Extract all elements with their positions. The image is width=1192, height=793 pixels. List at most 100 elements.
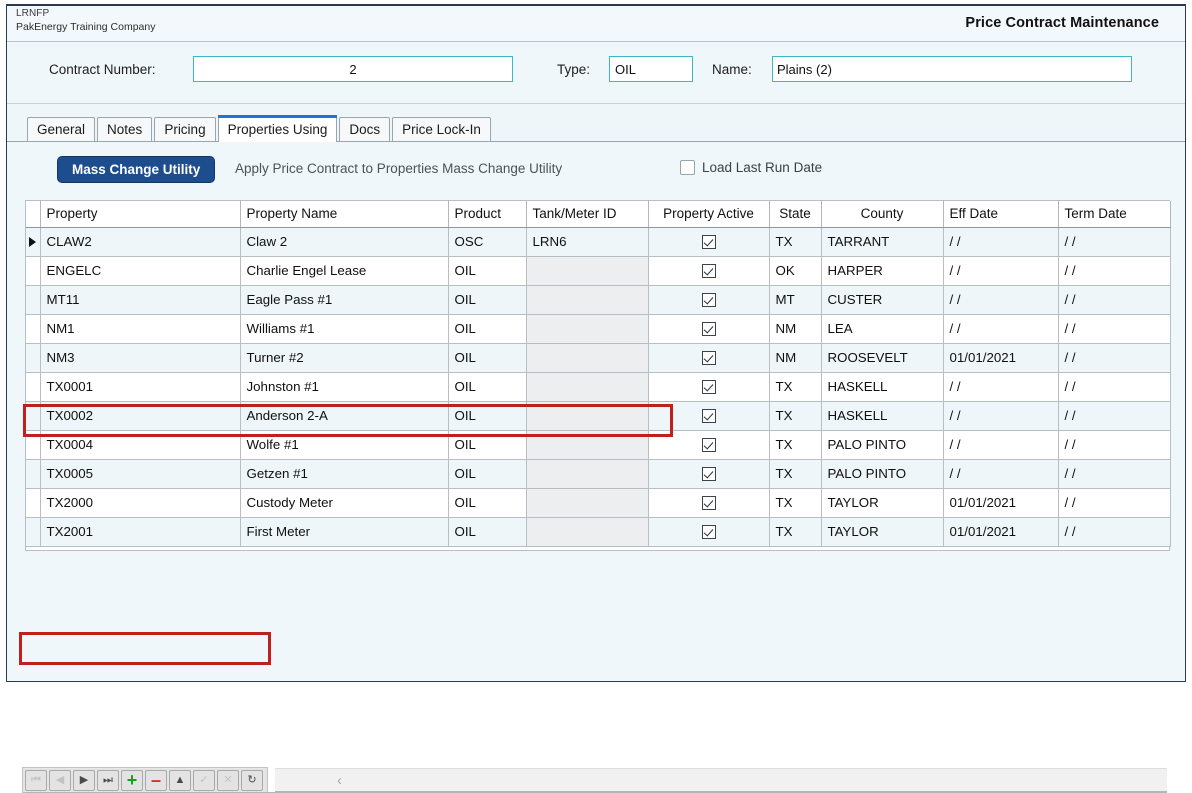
cell-property[interactable]: TX2001 bbox=[40, 517, 241, 547]
cell-state[interactable]: TX bbox=[769, 401, 822, 431]
cell-term-date[interactable]: / / bbox=[1058, 517, 1171, 547]
cell-property[interactable]: TX0005 bbox=[40, 459, 241, 489]
property-active-checkbox[interactable] bbox=[701, 467, 716, 482]
cell-property[interactable]: MT11 bbox=[40, 285, 241, 315]
contract-number-input[interactable]: 2 bbox=[193, 56, 513, 82]
cell-property[interactable]: TX0004 bbox=[40, 430, 241, 460]
table-row[interactable]: TX0005 Getzen #1 OIL TX PALO PINTO / / / / bbox=[26, 459, 1171, 489]
cell-eff-date[interactable]: / / bbox=[943, 314, 1059, 344]
column-header-product[interactable]: Product bbox=[448, 201, 527, 228]
cell-product[interactable]: OIL bbox=[448, 285, 527, 315]
cell-property-active[interactable] bbox=[648, 488, 770, 518]
cell-tank-meter-id[interactable] bbox=[526, 401, 649, 431]
cell-product[interactable]: OSC bbox=[448, 227, 527, 257]
cell-product[interactable]: OIL bbox=[448, 372, 527, 402]
table-row[interactable]: TX2000 Custody Meter OIL TX TAYLOR 01/01/2021… bbox=[26, 488, 1171, 518]
cell-property-name[interactable]: Williams #1 bbox=[240, 314, 449, 344]
cell-property-active[interactable] bbox=[648, 256, 770, 286]
cell-term-date[interactable]: / / bbox=[1058, 285, 1171, 315]
cell-property-name[interactable]: Charlie Engel Lease bbox=[240, 256, 449, 286]
cell-product[interactable]: OIL bbox=[448, 256, 527, 286]
tab-docs[interactable]: Docs bbox=[339, 117, 391, 141]
tab-properties-using[interactable]: Properties Using bbox=[217, 115, 338, 142]
table-row[interactable]: NM3 Turner #2 OIL NM ROOSEVELT 01/01/2021/ / bbox=[26, 343, 1171, 373]
cell-state[interactable]: TX bbox=[769, 430, 822, 460]
cell-eff-date[interactable]: / / bbox=[943, 285, 1059, 315]
cell-property-active[interactable] bbox=[648, 314, 770, 344]
cell-property-name[interactable]: Eagle Pass #1 bbox=[240, 285, 449, 315]
cell-county[interactable]: HARPER bbox=[821, 256, 944, 286]
delete-record-button[interactable]: – bbox=[145, 769, 167, 791]
cell-county[interactable]: CUSTER bbox=[821, 285, 944, 315]
cell-state[interactable]: NM bbox=[769, 314, 822, 344]
cell-tank-meter-id[interactable] bbox=[526, 314, 649, 344]
property-active-checkbox[interactable] bbox=[701, 380, 716, 395]
property-active-checkbox[interactable] bbox=[701, 235, 716, 250]
cell-property-name[interactable]: First Meter bbox=[240, 517, 449, 547]
cell-tank-meter-id[interactable]: LRN6 bbox=[526, 227, 649, 257]
cell-property[interactable]: NM1 bbox=[40, 314, 241, 344]
cell-term-date[interactable]: / / bbox=[1058, 314, 1171, 344]
table-row[interactable]: MT11 Eagle Pass #1 OIL MT CUSTER / / / / bbox=[26, 285, 1171, 315]
column-header-state[interactable]: State bbox=[769, 201, 822, 228]
column-header-property[interactable]: Property bbox=[40, 201, 241, 228]
cell-eff-date[interactable]: / / bbox=[943, 430, 1059, 460]
cell-county[interactable]: ROOSEVELT bbox=[821, 343, 944, 373]
cell-state[interactable]: TX bbox=[769, 488, 822, 518]
cell-property[interactable]: NM3 bbox=[40, 343, 241, 373]
cell-property-name[interactable]: Turner #2 bbox=[240, 343, 449, 373]
table-row[interactable]: TX0004 Wolfe #1 OIL TX PALO PINTO / / / / bbox=[26, 430, 1171, 460]
property-active-checkbox[interactable] bbox=[701, 293, 716, 308]
cell-property-name[interactable]: Custody Meter bbox=[240, 488, 449, 518]
column-header-property-active[interactable]: Property Active bbox=[648, 201, 770, 228]
cell-property[interactable]: TX0002 bbox=[40, 401, 241, 431]
cell-tank-meter-id[interactable] bbox=[526, 372, 649, 402]
cell-term-date[interactable]: / / bbox=[1058, 256, 1171, 286]
cell-tank-meter-id[interactable] bbox=[526, 256, 649, 286]
property-active-checkbox[interactable] bbox=[701, 322, 716, 337]
column-header-term-date[interactable]: Term Date bbox=[1058, 201, 1171, 228]
cell-state[interactable]: MT bbox=[769, 285, 822, 315]
cell-property-active[interactable] bbox=[648, 227, 770, 257]
cell-county[interactable]: PALO PINTO bbox=[821, 430, 944, 460]
cell-property-name[interactable]: Claw 2 bbox=[240, 227, 449, 257]
refresh-button[interactable]: ↻ bbox=[241, 769, 263, 791]
property-active-checkbox[interactable] bbox=[701, 409, 716, 424]
cell-county[interactable]: TARRANT bbox=[821, 227, 944, 257]
cell-term-date[interactable]: / / bbox=[1058, 227, 1171, 257]
add-record-button[interactable]: + bbox=[121, 769, 143, 791]
cell-product[interactable]: OIL bbox=[448, 517, 527, 547]
cell-property-active[interactable] bbox=[648, 343, 770, 373]
cell-term-date[interactable]: / / bbox=[1058, 459, 1171, 489]
cell-term-date[interactable]: / / bbox=[1058, 372, 1171, 402]
chevron-left-icon[interactable]: ‹ bbox=[337, 772, 342, 789]
table-row[interactable]: TX2001 First Meter OIL TX TAYLOR 01/01/2021/ … bbox=[26, 517, 1171, 547]
cell-county[interactable]: HASKELL bbox=[821, 401, 944, 431]
mass-change-utility-button[interactable]: Mass Change Utility bbox=[57, 156, 216, 183]
table-row[interactable]: ENGELC Charlie Engel Lease OIL OK HARPER / / /… bbox=[26, 256, 1171, 286]
cell-county[interactable]: PALO PINTO bbox=[821, 459, 944, 489]
cell-property-name[interactable]: Anderson 2-A bbox=[240, 401, 449, 431]
column-header-property-name[interactable]: Property Name bbox=[240, 201, 449, 228]
cell-property-active[interactable] bbox=[648, 372, 770, 402]
property-active-checkbox[interactable] bbox=[701, 496, 716, 511]
cell-product[interactable]: OIL bbox=[448, 459, 527, 489]
cell-eff-date[interactable]: / / bbox=[943, 459, 1059, 489]
tab-notes[interactable]: Notes bbox=[97, 117, 153, 141]
load-last-run-date-checkbox[interactable]: Load Last Run Date bbox=[680, 160, 822, 175]
cell-state[interactable]: TX bbox=[769, 517, 822, 547]
cell-tank-meter-id[interactable] bbox=[526, 343, 649, 373]
cell-product[interactable]: OIL bbox=[448, 430, 527, 460]
cell-term-date[interactable]: / / bbox=[1058, 430, 1171, 460]
property-active-checkbox[interactable] bbox=[701, 438, 716, 453]
property-active-checkbox[interactable] bbox=[701, 264, 716, 279]
cell-eff-date[interactable]: / / bbox=[943, 256, 1059, 286]
table-row[interactable]: NM1 Williams #1 OIL NM LEA / / / / bbox=[26, 314, 1171, 344]
property-active-checkbox[interactable] bbox=[701, 351, 716, 366]
cell-eff-date[interactable]: / / bbox=[943, 372, 1059, 402]
cell-property[interactable]: TX2000 bbox=[40, 488, 241, 518]
cell-property[interactable]: ENGELC bbox=[40, 256, 241, 286]
properties-grid[interactable]: Property Property Name Product Tank/Meter I… bbox=[25, 200, 1171, 551]
column-header-eff-date[interactable]: Eff Date bbox=[943, 201, 1059, 228]
cell-county[interactable]: TAYLOR bbox=[821, 488, 944, 518]
